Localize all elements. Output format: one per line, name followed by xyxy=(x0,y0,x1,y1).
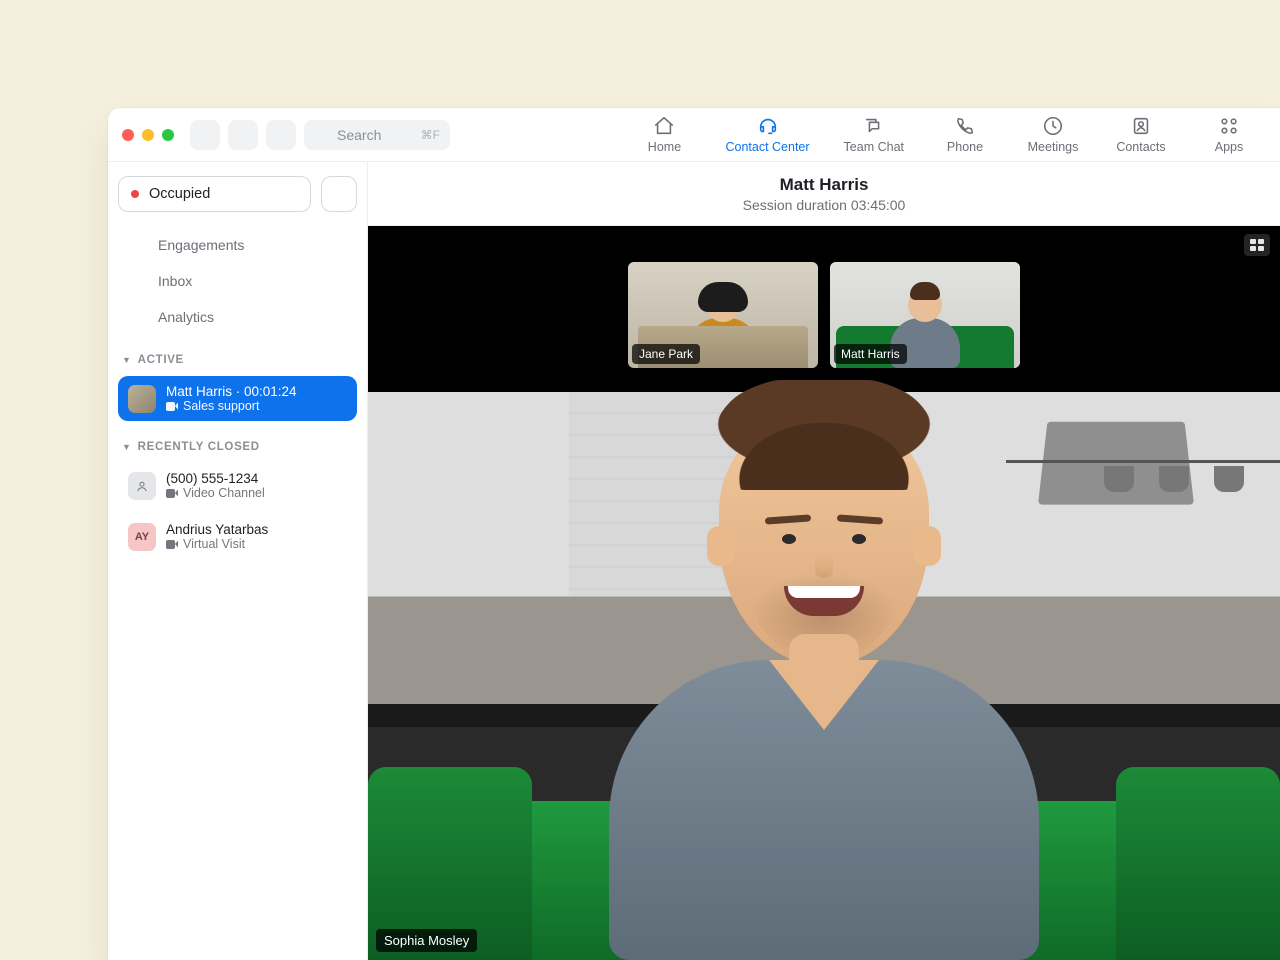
conversation-meta: Matt Harris · 00:01:24 Sales support xyxy=(166,384,297,413)
back-button[interactable] xyxy=(190,120,220,150)
search-input[interactable]: Search ⌘F xyxy=(304,120,450,150)
conversation-title: (500) 555-1234 xyxy=(166,471,265,486)
video-icon xyxy=(166,402,178,411)
sidebar-item-label: Engagements xyxy=(158,237,244,253)
nav-meetings-label: Meetings xyxy=(1028,140,1079,154)
nav-home-label: Home xyxy=(648,140,681,154)
section-label-text: RECENTLY CLOSED xyxy=(138,441,260,453)
conversation-meta: Andrius Yatarbas Virtual Visit xyxy=(166,522,268,551)
avatar xyxy=(128,385,156,413)
minimize-window-button[interactable] xyxy=(142,129,154,141)
status-row: Occupied xyxy=(118,176,357,212)
contacts-icon xyxy=(1130,115,1152,137)
history-button[interactable] xyxy=(266,120,296,150)
nav-team-chat[interactable]: Team Chat xyxy=(844,108,904,161)
titlebar: Search ⌘F Home Contact Center Team Chat … xyxy=(108,108,1280,162)
status-dot-icon xyxy=(131,190,139,198)
chevron-down-icon xyxy=(284,185,298,203)
sidebar-item-label: Inbox xyxy=(158,273,192,289)
nav-meetings[interactable]: Meetings xyxy=(1026,108,1080,161)
avatar: AY xyxy=(128,523,156,551)
search-placeholder: Search xyxy=(337,127,381,143)
close-window-button[interactable] xyxy=(122,129,134,141)
sidebar-nav: Engagements Inbox Analytics xyxy=(118,228,357,334)
person-icon xyxy=(135,479,149,493)
add-button[interactable] xyxy=(321,176,357,212)
main-video[interactable]: Sophia Mosley xyxy=(368,392,1280,960)
caret-down-icon: ▼ xyxy=(122,355,132,365)
participant-name-tag: Jane Park xyxy=(632,344,700,364)
nav-home[interactable]: Home xyxy=(637,108,691,161)
search-shortcut: ⌘F xyxy=(421,128,440,142)
status-select[interactable]: Occupied xyxy=(118,176,311,212)
conversation-meta: (500) 555-1234 Video Channel xyxy=(166,471,265,500)
chevron-right-icon xyxy=(236,128,250,142)
engagements-icon xyxy=(126,236,146,254)
nav-phone[interactable]: Phone xyxy=(938,108,992,161)
layout-grid-button[interactable] xyxy=(1244,234,1270,256)
history-nav xyxy=(190,120,258,150)
conversation-recent[interactable]: AY Andrius Yatarbas Virtual Visit xyxy=(118,514,357,559)
session-title: Matt Harris xyxy=(780,175,869,195)
conversation-channel: Video Channel xyxy=(166,486,265,500)
nav-phone-label: Phone xyxy=(947,140,983,154)
avatar xyxy=(128,472,156,500)
sidebar-item-label: Analytics xyxy=(158,309,214,325)
conversation-recent[interactable]: (500) 555-1234 Video Channel xyxy=(118,463,357,508)
video-icon xyxy=(166,540,178,549)
sidebar-item-inbox[interactable]: Inbox xyxy=(118,264,357,298)
conversation-title: Andrius Yatarbas xyxy=(166,522,268,537)
phone-icon xyxy=(954,115,976,137)
conversation-channel: Sales support xyxy=(166,399,297,413)
app-window: Search ⌘F Home Contact Center Team Chat … xyxy=(108,108,1280,960)
sidebar: Occupied Engagements Inbox xyxy=(108,162,368,960)
nav-contact-center[interactable]: Contact Center xyxy=(725,108,809,161)
clock-icon xyxy=(1042,115,1064,137)
video-area: Jane Park Matt Harris xyxy=(368,226,1280,960)
history-icon xyxy=(273,127,289,143)
section-active[interactable]: ▼ ACTIVE xyxy=(122,354,353,366)
conversation-active[interactable]: Matt Harris · 00:01:24 Sales support xyxy=(118,376,357,421)
video-icon xyxy=(166,489,178,498)
nav-contact-center-label: Contact Center xyxy=(725,140,809,154)
chevron-left-icon xyxy=(198,128,212,142)
nav-apps-label: Apps xyxy=(1215,140,1244,154)
video-feed-person xyxy=(609,410,1039,960)
nav-team-chat-label: Team Chat xyxy=(844,140,904,154)
nav-apps[interactable]: Apps xyxy=(1202,108,1256,161)
session-duration: Session duration 03:45:00 xyxy=(743,197,906,213)
sidebar-item-analytics[interactable]: Analytics xyxy=(118,300,357,334)
conversation-title: Matt Harris · 00:01:24 xyxy=(166,384,297,399)
top-nav: Home Contact Center Team Chat Phone Meet… xyxy=(637,108,1270,161)
participant-name-tag: Matt Harris xyxy=(834,344,907,364)
participant-name-tag: Sophia Mosley xyxy=(376,929,477,952)
inbox-icon xyxy=(126,272,146,290)
search-icon xyxy=(314,127,329,142)
plus-icon xyxy=(331,186,347,202)
home-icon xyxy=(653,115,675,137)
nav-contacts[interactable]: Contacts xyxy=(1114,108,1168,161)
window-controls xyxy=(122,129,174,141)
analytics-icon xyxy=(126,308,146,326)
conversation-channel: Virtual Visit xyxy=(166,537,268,551)
chat-icon xyxy=(863,115,885,137)
forward-button[interactable] xyxy=(228,120,258,150)
maximize-window-button[interactable] xyxy=(162,129,174,141)
caret-down-icon: ▼ xyxy=(122,442,132,452)
nav-contacts-label: Contacts xyxy=(1116,140,1165,154)
thumbnail-row: Jane Park Matt Harris xyxy=(368,262,1280,368)
participant-thumbnail[interactable]: Jane Park xyxy=(628,262,818,368)
apps-icon xyxy=(1218,115,1240,137)
main: Matt Harris Session duration 03:45:00 Ja… xyxy=(368,162,1280,960)
app-body: Occupied Engagements Inbox xyxy=(108,162,1280,960)
headset-icon xyxy=(757,115,779,137)
section-label-text: ACTIVE xyxy=(138,354,184,366)
section-recent[interactable]: ▼ RECENTLY CLOSED xyxy=(122,441,353,453)
session-header: Matt Harris Session duration 03:45:00 xyxy=(368,162,1280,226)
grid-icon xyxy=(1250,239,1264,251)
sidebar-item-engagements[interactable]: Engagements xyxy=(118,228,357,262)
participant-thumbnail[interactable]: Matt Harris xyxy=(830,262,1020,368)
status-label: Occupied xyxy=(149,186,210,202)
